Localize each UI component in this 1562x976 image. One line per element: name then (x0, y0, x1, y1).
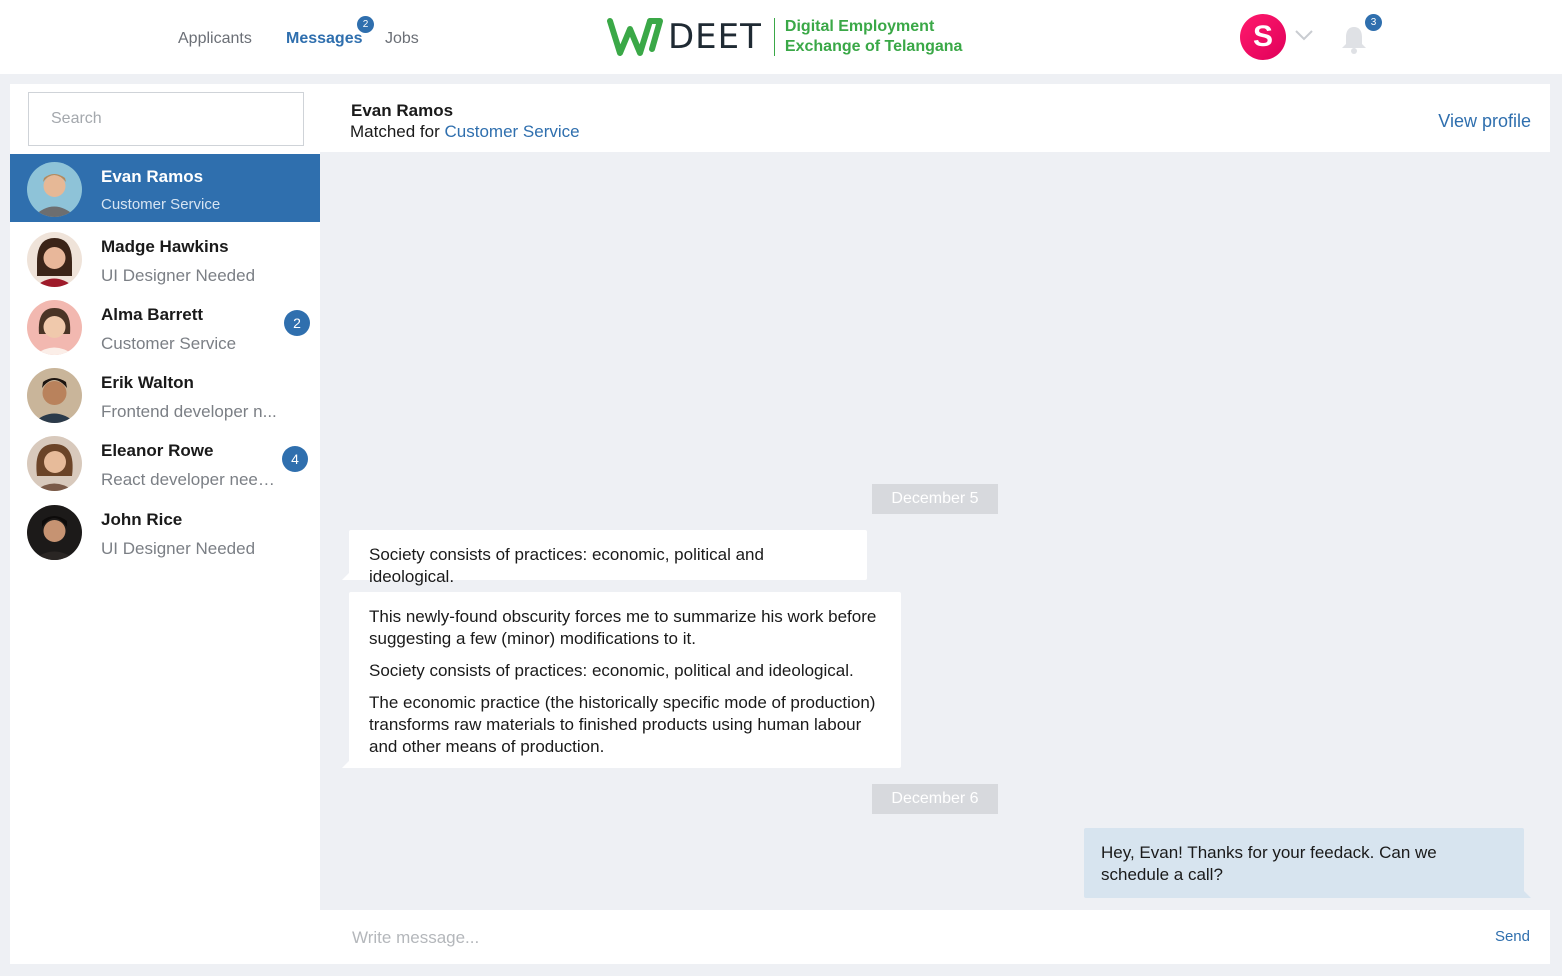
avatar (27, 232, 82, 287)
search-input[interactable] (28, 92, 304, 146)
date-separator: December 6 (872, 784, 998, 814)
message-outgoing: Hey, Evan! Thanks for your feedack. Can … (1084, 828, 1524, 898)
contact-madge-hawkins[interactable]: Madge Hawkins UI Designer Needed (10, 224, 320, 292)
avatar-eleanor-icon (35, 444, 74, 491)
avatar (27, 505, 82, 560)
logo-wordmark: DEET (668, 17, 762, 57)
bell-icon[interactable] (1340, 24, 1368, 54)
avatar (27, 436, 82, 491)
contact-name: Evan Ramos (101, 167, 204, 186)
logo-tagline-line2: Exchange of Telangana (784, 38, 963, 55)
avatar-madge-icon (35, 238, 74, 287)
message-text: Society consists of practices: economic,… (369, 545, 764, 586)
avatar (27, 368, 82, 423)
message-incoming: Society consists of practices: economic,… (349, 530, 867, 586)
message-input[interactable] (342, 920, 1442, 956)
chat-header: Evan Ramos Matched for Customer Service … (320, 84, 1550, 152)
nav-applicants[interactable]: Applicants (178, 30, 252, 48)
message-incoming: This newly-found obscurity forces me to … (349, 592, 901, 768)
notification-badge: 3 (1365, 14, 1382, 31)
unread-badge: 4 (282, 446, 308, 472)
avatar-erik-icon (33, 378, 76, 423)
bubble-tail-icon (342, 570, 352, 580)
contact-name: Eleanor Rowe (101, 441, 214, 460)
contact-name: John Rice (101, 510, 183, 529)
contacts-sidebar: Evan Ramos Customer Service Madge Hawkin… (10, 84, 320, 964)
message-composer: Send (320, 910, 1550, 964)
logo-divider (773, 18, 775, 56)
date-separator: December 5 (872, 484, 998, 514)
contact-job: React developer need... (101, 470, 281, 489)
contact-job: UI Designer Needed (101, 266, 256, 285)
contact-name: Erik Walton (101, 373, 194, 392)
avatar-john-icon (33, 516, 76, 560)
logo-tagline: Digital Employment Exchange of Telangana (785, 17, 963, 57)
avatar-evan-icon (33, 174, 76, 217)
contact-alma-barrett[interactable]: Alma Barrett Customer Service 2 (10, 292, 320, 360)
nav-jobs[interactable]: Jobs (385, 30, 419, 48)
logo-tagline-line1: Digital Employment (784, 18, 935, 35)
avatar-alma-icon (35, 308, 74, 355)
contact-name: Madge Hawkins (101, 237, 229, 256)
contact-name: Alma Barrett (101, 305, 204, 324)
contact-eleanor-rowe[interactable]: Eleanor Rowe React developer need... 4 (10, 428, 320, 496)
chat-contact-name: Evan Ramos (351, 101, 454, 120)
bubble-tail-icon (342, 758, 352, 768)
nav-messages[interactable]: Messages (286, 30, 363, 48)
top-header: Applicants Messages 2 Jobs DEET Digital … (0, 0, 1562, 74)
avatar (27, 162, 82, 217)
message-text: The economic practice (the historically … (369, 693, 876, 756)
contact-john-rice[interactable]: John Rice UI Designer Needed (10, 497, 320, 565)
contact-job: Frontend developer n... (101, 402, 277, 421)
matched-role-link[interactable]: Customer Service (445, 122, 580, 141)
matched-for: Matched for Customer Service (350, 122, 580, 142)
contact-erik-walton[interactable]: Erik Walton Frontend developer n... (10, 360, 320, 428)
bubble-tail-icon (1521, 888, 1531, 898)
logo-mark-icon (607, 18, 663, 56)
message-text: This newly-found obscurity forces me to … (369, 607, 877, 648)
deet-logo[interactable]: DEET Digital Employment Exchange of Tela… (606, 14, 962, 60)
message-text: Hey, Evan! Thanks for your feedack. Can … (1101, 843, 1437, 884)
contact-evan-ramos[interactable]: Evan Ramos Customer Service (10, 154, 320, 222)
avatar (27, 300, 82, 355)
view-profile-link[interactable]: View profile (1438, 111, 1531, 132)
contact-job: Customer Service (101, 196, 221, 213)
user-avatar[interactable]: S (1240, 14, 1286, 60)
matched-prefix: Matched for (350, 122, 440, 141)
message-text: Society consists of practices: economic,… (369, 661, 854, 680)
send-button[interactable]: Send (1495, 928, 1530, 945)
chevron-down-icon[interactable] (1294, 28, 1314, 42)
contact-job: UI Designer Needed (101, 539, 256, 558)
messages-badge: 2 (357, 16, 374, 33)
unread-badge: 2 (284, 310, 310, 336)
contact-job: Customer Service (101, 334, 237, 353)
